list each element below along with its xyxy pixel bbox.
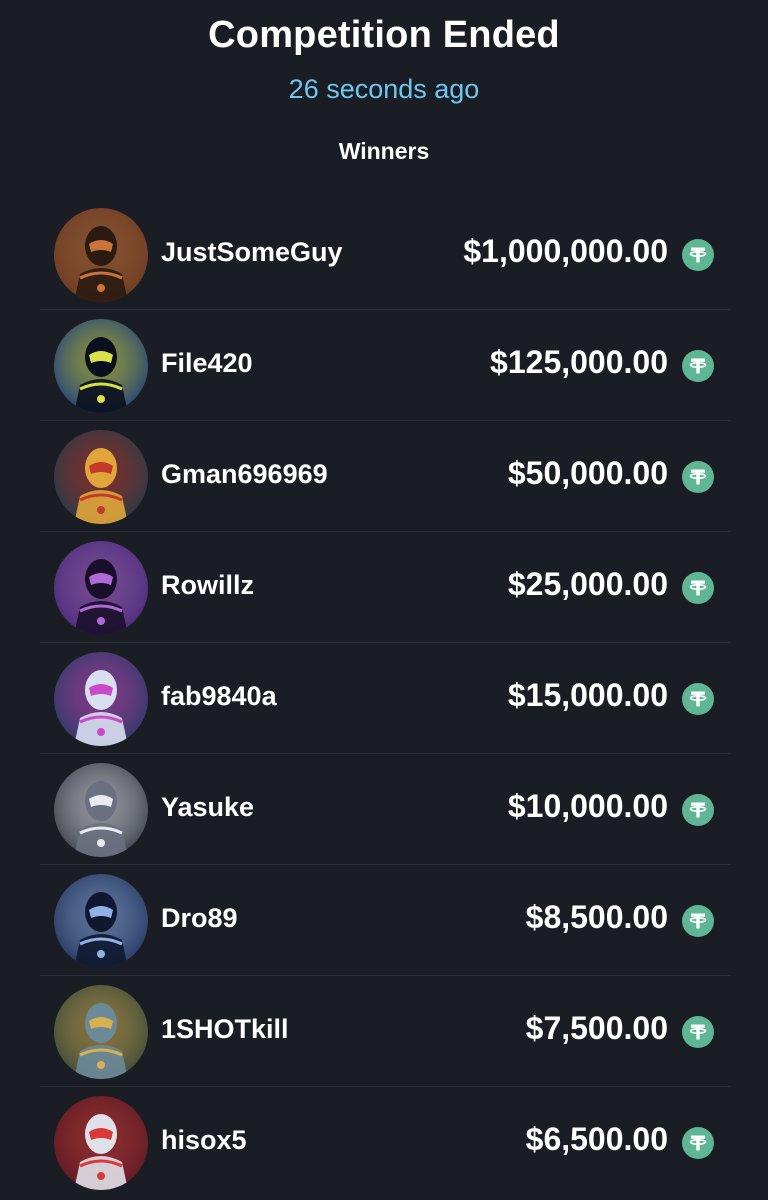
winner-row[interactable]: hisox5 $6,500.00 xyxy=(40,1087,730,1197)
tether-icon xyxy=(682,1127,714,1159)
winner-username[interactable]: File420 xyxy=(161,348,253,379)
prize-amount: $10,000.00 xyxy=(507,788,668,824)
page-title: Competition Ended xyxy=(208,14,560,56)
blue-mecha-avatar[interactable] xyxy=(54,652,148,746)
prize-amount: $6,500.00 xyxy=(525,1121,668,1157)
winner-row[interactable]: JustSomeGuy $1,000,000.00 xyxy=(40,199,730,310)
winner-row[interactable]: Yasuke $10,000.00 xyxy=(40,754,730,865)
tether-icon xyxy=(682,239,714,271)
tether-icon xyxy=(682,683,714,715)
tether-icon xyxy=(682,572,714,604)
winner-row[interactable]: fab9840a $15,000.00 xyxy=(40,643,730,754)
gold-soldier-avatar[interactable] xyxy=(54,985,148,1079)
prize-amount: $50,000.00 xyxy=(507,455,668,491)
armored-warrior-avatar[interactable] xyxy=(54,208,148,302)
tether-icon xyxy=(682,905,714,937)
prize-amount: $8,500.00 xyxy=(525,899,668,935)
tether-icon xyxy=(682,350,714,382)
time-ago-label: 26 seconds ago xyxy=(288,74,480,104)
white-mecha-avatar[interactable] xyxy=(54,763,148,857)
competition-results-screen: Competition Ended 26 seconds ago Winners… xyxy=(0,0,768,1200)
winner-username[interactable]: 1SHOTkill xyxy=(161,1014,289,1045)
winner-username[interactable]: Rowillz xyxy=(161,570,254,601)
winner-username[interactable]: JustSomeGuy xyxy=(161,237,343,268)
red-robot-avatar[interactable] xyxy=(54,430,148,524)
winner-username[interactable]: Yasuke xyxy=(161,792,254,823)
prize-amount: $15,000.00 xyxy=(507,677,668,713)
winner-row[interactable]: File420 $125,000.00 xyxy=(40,310,730,421)
prize-amount: $7,500.00 xyxy=(525,1010,668,1046)
winner-row[interactable]: Dro89 $8,500.00 xyxy=(40,865,730,976)
winner-username[interactable]: Dro89 xyxy=(161,903,238,934)
tether-icon xyxy=(682,794,714,826)
winners-heading: Winners xyxy=(338,138,430,164)
winner-username[interactable]: hisox5 xyxy=(161,1125,247,1156)
prize-amount: $125,000.00 xyxy=(490,344,668,380)
winner-row[interactable]: Gman696969 $50,000.00 xyxy=(40,421,730,532)
winners-list: JustSomeGuy $1,000,000.00 File420 $125,000.… xyxy=(40,199,730,1197)
purple-robot-avatar[interactable] xyxy=(54,541,148,635)
prize-amount: $25,000.00 xyxy=(507,566,668,602)
winner-row[interactable]: 1SHOTkill $7,500.00 xyxy=(40,976,730,1087)
hooded-figure-avatar[interactable] xyxy=(54,319,148,413)
blue-knight-avatar[interactable] xyxy=(54,874,148,968)
winner-row[interactable]: Rowillz $25,000.00 xyxy=(40,532,730,643)
prize-amount: $1,000,000.00 xyxy=(463,233,668,269)
winner-username[interactable]: fab9840a xyxy=(161,681,277,712)
winner-username[interactable]: Gman696969 xyxy=(161,459,328,490)
tether-icon xyxy=(682,461,714,493)
red-samurai-avatar[interactable] xyxy=(54,1096,148,1190)
tether-icon xyxy=(682,1016,714,1048)
